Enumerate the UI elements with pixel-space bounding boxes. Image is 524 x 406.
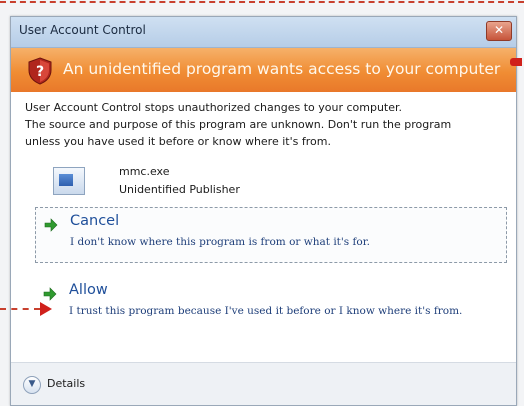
explanation-line: unless you have used it before or know w…: [25, 135, 331, 148]
green-arrow-icon: [44, 218, 58, 232]
dialog-footer: ▼ Details: [11, 362, 516, 405]
details-expand-button[interactable]: ▼: [23, 376, 41, 394]
program-name: mmc.exe: [119, 165, 170, 178]
svg-text:?: ?: [36, 64, 44, 80]
callout-dashed-line: [0, 308, 40, 310]
callout-dashed-line-top: [0, 1, 524, 3]
callout-marker: [510, 58, 522, 66]
chevron-down-icon: ▼: [28, 379, 36, 389]
allow-description: I trust this program because I've used i…: [69, 305, 463, 317]
allow-option[interactable]: Allow I trust this program because I've …: [35, 277, 505, 343]
close-icon: ✕: [493, 23, 505, 37]
explanation-line: User Account Control stops unauthorized …: [25, 101, 403, 114]
warning-banner: ? An unidentified program wants access t…: [11, 48, 516, 92]
program-publisher: Unidentified Publisher: [119, 183, 240, 196]
callout-arrow-icon: [40, 302, 52, 316]
allow-label: Allow: [69, 282, 108, 298]
green-arrow-icon: [43, 287, 57, 301]
window-title: User Account Control: [19, 23, 146, 37]
uac-dialog: User Account Control ✕ ? An unidentified…: [10, 16, 517, 406]
banner-text: An unidentified program wants access to …: [63, 60, 501, 78]
details-label[interactable]: Details: [47, 377, 85, 390]
explanation-line: The source and purpose of this program a…: [25, 118, 452, 131]
program-icon: [53, 167, 85, 195]
shield-warning-icon: ?: [28, 57, 52, 85]
close-button[interactable]: ✕: [486, 21, 512, 41]
cancel-description: I don't know where this program is from …: [70, 236, 370, 248]
cancel-option[interactable]: Cancel I don't know where this program i…: [35, 207, 507, 263]
title-bar: User Account Control ✕: [11, 17, 516, 48]
cancel-label: Cancel: [70, 213, 120, 229]
explanation-text: User Account Control stops unauthorized …: [25, 99, 505, 150]
